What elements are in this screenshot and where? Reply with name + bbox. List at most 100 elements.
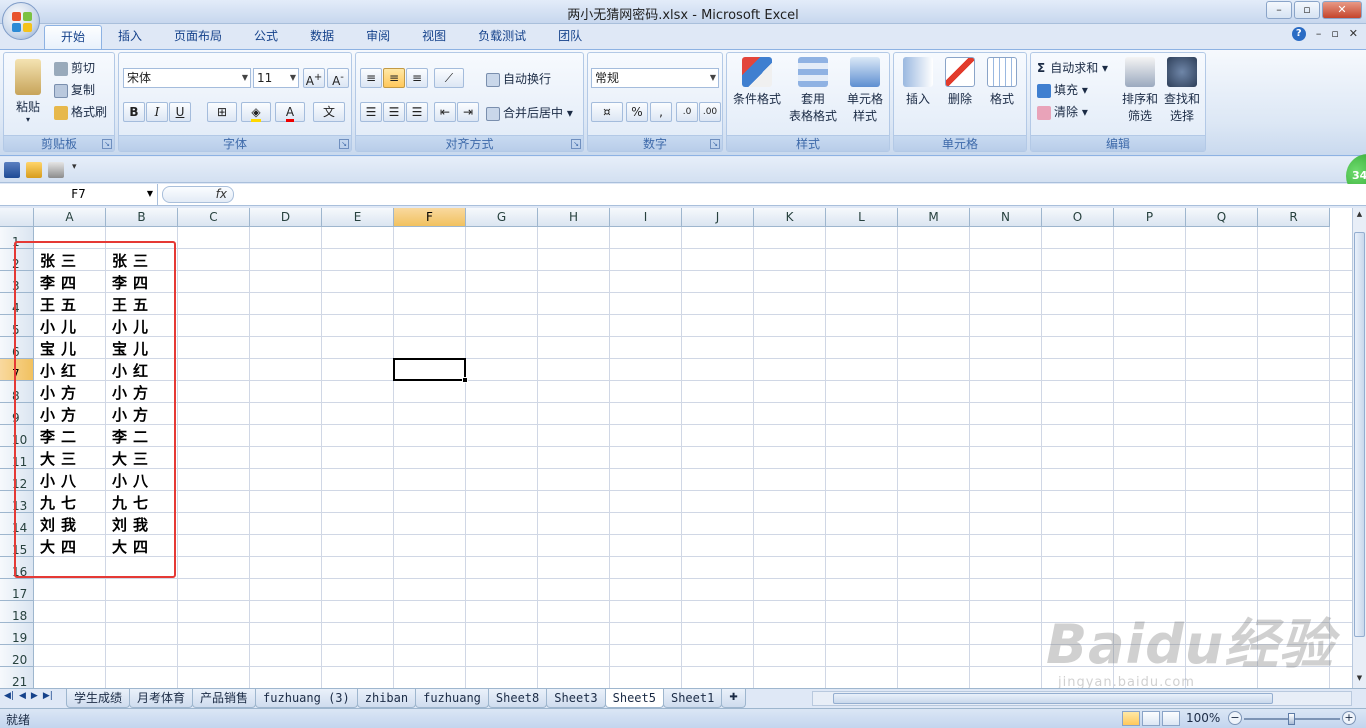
ribbon-minimize-icon[interactable]: –: [1316, 27, 1322, 41]
orientation-button[interactable]: ⟋: [434, 68, 464, 88]
column-header[interactable]: R: [1258, 208, 1330, 227]
spreadsheet-grid[interactable]: A B C D E F G H I J K L M N O P Q R 1 2 3 4 5 6 7 8 9 10 11 12 13 14 15 1…: [0, 208, 1352, 688]
column-header[interactable]: F: [394, 208, 466, 227]
grow-font-button[interactable]: A+: [303, 68, 325, 88]
conditional-format-button[interactable]: 条件格式: [731, 57, 783, 107]
column-header[interactable]: J: [682, 208, 754, 227]
insert-cells-button[interactable]: 插入: [900, 57, 936, 107]
sort-filter-button[interactable]: 排序和 筛选: [1121, 57, 1159, 124]
align-left-button[interactable]: ☰: [360, 102, 382, 122]
merge-center-button[interactable]: 合并后居中 ▾: [486, 104, 573, 121]
increase-decimal-button[interactable]: .0: [676, 102, 698, 122]
align-top-button[interactable]: ≡: [360, 68, 382, 88]
workbook-close-icon[interactable]: ✕: [1349, 27, 1358, 41]
paste-button[interactable]: 粘贴 ▾: [10, 59, 46, 124]
align-center-button[interactable]: ☰: [383, 102, 405, 122]
column-header[interactable]: H: [538, 208, 610, 227]
horizontal-scrollbar[interactable]: [812, 691, 1352, 706]
restore-button[interactable]: ▫: [1294, 1, 1320, 19]
format-as-table-button[interactable]: 套用 表格格式: [785, 57, 841, 124]
sheet-tab[interactable]: Sheet1: [662, 689, 723, 708]
ribbon-tab[interactable]: 团队: [542, 25, 598, 49]
font-name-select[interactable]: 宋体 ▼: [123, 68, 251, 88]
column-header[interactable]: G: [466, 208, 538, 227]
sheet-tab[interactable]: Sheet8: [487, 689, 548, 708]
row-header[interactable]: 20: [0, 645, 34, 667]
ribbon-tab[interactable]: 插入: [102, 25, 158, 49]
vertical-scroll-thumb[interactable]: [1354, 232, 1365, 637]
sheet-tab[interactable]: 学生成绩: [66, 689, 131, 708]
wrap-text-button[interactable]: 自动换行: [486, 70, 551, 87]
fill-color-button[interactable]: ◈: [241, 102, 271, 122]
sheet-tab[interactable]: Sheet5: [604, 689, 664, 708]
number-format-select[interactable]: 常规 ▼: [591, 68, 719, 88]
scroll-up-icon[interactable]: ▲: [1354, 210, 1365, 222]
column-header[interactable]: I: [610, 208, 682, 227]
bold-button[interactable]: B: [123, 102, 145, 122]
horizontal-scroll-thumb[interactable]: [833, 693, 1273, 704]
fill-button[interactable]: 填充 ▾: [1037, 81, 1088, 98]
ribbon-tab[interactable]: 公式: [238, 25, 294, 49]
column-header[interactable]: A: [34, 208, 106, 227]
decrease-indent-button[interactable]: ⇤: [434, 102, 456, 122]
cut-button[interactable]: 剪切: [54, 59, 95, 76]
sheet-tab[interactable]: fuzhuang: [415, 689, 489, 708]
align-bottom-button[interactable]: ≡: [406, 68, 428, 88]
number-launcher-icon[interactable]: ↘: [710, 139, 720, 149]
formula-input[interactable]: [240, 186, 1350, 203]
fill-handle[interactable]: [462, 377, 468, 383]
zoom-in-icon[interactable]: +: [1342, 711, 1356, 725]
page-break-view-icon[interactable]: [1162, 711, 1180, 726]
autosum-button[interactable]: Σ 自动求和 ▾: [1037, 59, 1108, 76]
office-button[interactable]: [2, 2, 40, 40]
select-all-corner[interactable]: [0, 208, 34, 227]
scroll-down-icon[interactable]: ▼: [1354, 674, 1365, 686]
decrease-decimal-button[interactable]: .00: [699, 102, 721, 122]
ribbon-tab[interactable]: 负载测试: [462, 25, 542, 49]
sheet-tab[interactable]: fuzhuang (3): [255, 689, 358, 708]
page-layout-view-icon[interactable]: [1142, 711, 1160, 726]
column-header[interactable]: K: [754, 208, 826, 227]
prev-sheet-icon[interactable]: ◀: [19, 691, 26, 701]
column-header[interactable]: C: [178, 208, 250, 227]
currency-button[interactable]: ¤: [591, 102, 623, 122]
increase-indent-button[interactable]: ⇥: [457, 102, 479, 122]
font-size-select[interactable]: 11 ▼: [253, 68, 299, 88]
sheet-tab[interactable]: 月考体育: [129, 689, 194, 708]
first-sheet-icon[interactable]: ◀|: [4, 691, 14, 701]
clipboard-launcher-icon[interactable]: ↘: [102, 139, 112, 149]
zoom-level[interactable]: 100%: [1186, 711, 1220, 725]
row-header[interactable]: 18: [0, 601, 34, 623]
column-header[interactable]: P: [1114, 208, 1186, 227]
column-header[interactable]: D: [250, 208, 322, 227]
help-icon[interactable]: ?: [1291, 27, 1306, 41]
row-header[interactable]: 19: [0, 623, 34, 645]
ribbon-tab[interactable]: 数据: [294, 25, 350, 49]
border-button[interactable]: ⊞: [207, 102, 237, 122]
row-header[interactable]: 21: [0, 667, 34, 688]
shrink-font-button[interactable]: A-: [327, 68, 349, 88]
phonetic-button[interactable]: 文: [313, 102, 345, 122]
column-header[interactable]: N: [970, 208, 1042, 227]
font-launcher-icon[interactable]: ↘: [339, 139, 349, 149]
minimize-button[interactable]: –: [1266, 1, 1292, 19]
zoom-out-icon[interactable]: −: [1228, 711, 1242, 725]
next-sheet-icon[interactable]: ▶: [31, 691, 38, 701]
insert-function-button[interactable]: fx: [162, 186, 234, 203]
vertical-scrollbar[interactable]: ▲ ▼: [1352, 208, 1366, 688]
close-button[interactable]: ✕: [1322, 1, 1362, 19]
column-header[interactable]: L: [826, 208, 898, 227]
format-painter-button[interactable]: 格式刷: [54, 103, 107, 120]
active-cell-f7[interactable]: [393, 358, 468, 383]
comma-button[interactable]: ,: [650, 102, 672, 122]
column-header[interactable]: E: [322, 208, 394, 227]
find-select-button[interactable]: 查找和 选择: [1163, 57, 1201, 124]
column-header[interactable]: Q: [1186, 208, 1258, 227]
clear-button[interactable]: 清除 ▾: [1037, 103, 1088, 120]
italic-button[interactable]: I: [146, 102, 168, 122]
print-icon[interactable]: [48, 162, 64, 178]
ribbon-tab[interactable]: 视图: [406, 25, 462, 49]
ribbon-tab[interactable]: 页面布局: [158, 25, 238, 49]
insert-sheet-icon[interactable]: ✚: [721, 689, 746, 708]
percent-button[interactable]: %: [626, 102, 648, 122]
